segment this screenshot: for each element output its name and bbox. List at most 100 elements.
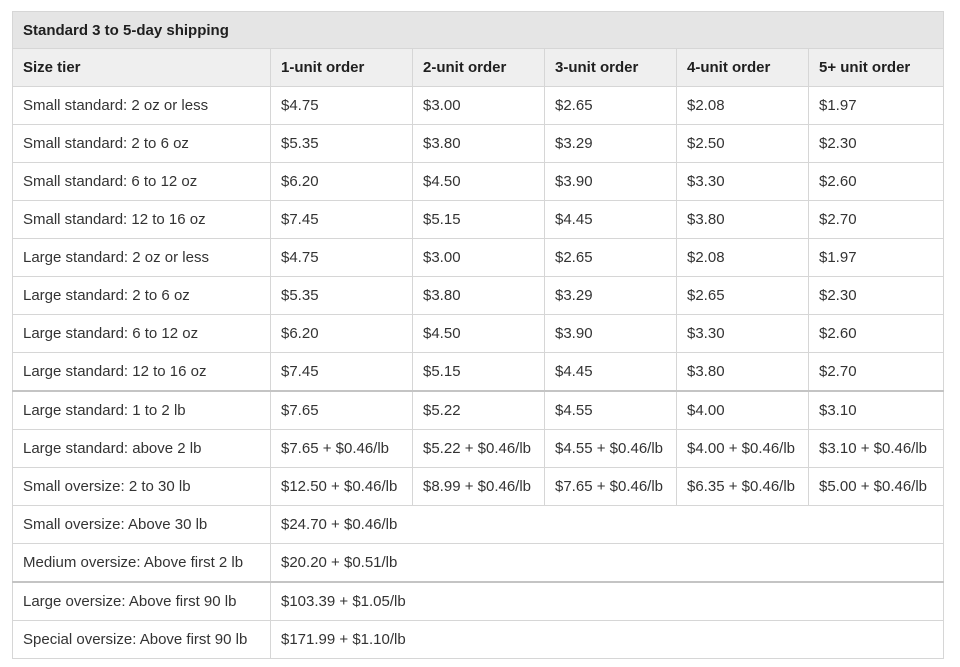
price-cell: $3.00 (412, 86, 545, 125)
column-header-4-unit: 4-unit order (676, 48, 809, 87)
size-tier-cell: Special oversize: Above first 90 lb (12, 620, 271, 659)
price-cell: $2.30 (807, 276, 945, 315)
table-caption: Standard 3 to 5-day shipping (11, 11, 945, 49)
column-header-1-unit: 1-unit order (270, 48, 413, 87)
price-cell: $1.97 (807, 238, 945, 277)
price-cell: $6.20 (270, 162, 413, 201)
price-cell: $2.70 (807, 352, 945, 392)
table-row: Small standard: 6 to 12 oz $6.20 $4.50 $… (12, 162, 945, 201)
size-tier-cell: Large oversize: Above first 90 lb (12, 581, 271, 621)
shipping-table-container: Standard 3 to 5-day shipping Size tier 1… (11, 11, 945, 659)
price-cell: $2.70 (807, 200, 945, 239)
price-cell: $3.29 (544, 276, 677, 315)
price-cell: $3.80 (412, 276, 545, 315)
price-cell: $2.65 (676, 276, 809, 315)
price-cell: $2.65 (544, 238, 677, 277)
size-tier-cell: Medium oversize: Above first 2 lb (12, 543, 271, 583)
price-cell: $3.80 (676, 200, 809, 239)
price-cell: $4.55 (544, 390, 677, 430)
size-tier-cell: Large standard: 6 to 12 oz (12, 314, 271, 353)
table-header-row: Size tier 1-unit order 2-unit order 3-un… (12, 48, 945, 87)
price-cell: $4.00 (676, 390, 809, 430)
size-tier-cell: Large standard: above 2 lb (12, 429, 271, 468)
column-header-size-tier: Size tier (12, 48, 271, 87)
table-row: Large standard: 6 to 12 oz $6.20 $4.50 $… (12, 314, 945, 353)
price-cell: $3.29 (544, 124, 677, 163)
size-tier-cell: Small standard: 2 oz or less (12, 86, 271, 125)
size-tier-cell: Small standard: 2 to 6 oz (12, 124, 271, 163)
price-cell: $5.22 (412, 390, 545, 430)
size-tier-cell: Large standard: 12 to 16 oz (12, 352, 271, 392)
price-cell: $4.50 (412, 314, 545, 353)
table-row: Small oversize: 2 to 30 lb $12.50 + $0.4… (12, 467, 945, 506)
price-cell: $7.65 (270, 390, 413, 430)
price-cell: $5.00 + $0.46/lb (807, 467, 945, 506)
size-tier-cell: Small standard: 6 to 12 oz (12, 162, 271, 201)
column-header-2-unit: 2-unit order (412, 48, 545, 87)
price-cell: $3.80 (676, 352, 809, 392)
price-cell: $103.39 + $1.05/lb (269, 581, 945, 621)
price-cell: $7.65 + $0.46/lb (544, 467, 677, 506)
size-tier-cell: Large standard: 2 oz or less (12, 238, 271, 277)
price-cell: $5.15 (412, 200, 545, 239)
price-cell: $3.10 + $0.46/lb (807, 429, 945, 468)
price-cell: $4.50 (412, 162, 545, 201)
price-cell: $24.70 + $0.46/lb (269, 505, 945, 544)
price-cell: $5.15 (412, 352, 545, 392)
price-cell: $2.60 (807, 162, 945, 201)
price-cell: $2.30 (807, 124, 945, 163)
table-row: Large standard: 2 oz or less $4.75 $3.00… (12, 238, 945, 277)
size-tier-cell: Small oversize: 2 to 30 lb (12, 467, 271, 506)
price-cell: $12.50 + $0.46/lb (270, 467, 413, 506)
price-cell: $2.65 (544, 86, 677, 125)
price-cell: $4.45 (544, 200, 677, 239)
price-cell: $4.00 + $0.46/lb (676, 429, 809, 468)
price-cell: $5.22 + $0.46/lb (412, 429, 545, 468)
price-cell: $2.60 (807, 314, 945, 353)
price-cell: $5.35 (270, 124, 413, 163)
table-row: Large standard: 1 to 2 lb $7.65 $5.22 $4… (12, 390, 945, 430)
size-tier-cell: Small oversize: Above 30 lb (12, 505, 271, 544)
price-cell: $8.99 + $0.46/lb (412, 467, 545, 506)
table-row: Small standard: 2 oz or less $4.75 $3.00… (12, 86, 945, 125)
price-cell: $1.97 (807, 86, 945, 125)
price-cell: $6.35 + $0.46/lb (676, 467, 809, 506)
price-cell: $4.75 (270, 238, 413, 277)
table-row: Large standard: 2 to 6 oz $5.35 $3.80 $3… (12, 276, 945, 315)
table-row: Small oversize: Above 30 lb $24.70 + $0.… (12, 505, 945, 544)
table-row: Large standard: above 2 lb $7.65 + $0.46… (12, 429, 945, 468)
size-tier-cell: Large standard: 1 to 2 lb (12, 390, 271, 430)
size-tier-cell: Small standard: 12 to 16 oz (12, 200, 271, 239)
price-cell: $3.30 (676, 314, 809, 353)
price-cell: $7.45 (270, 352, 413, 392)
price-cell: $3.90 (544, 162, 677, 201)
price-cell: $6.20 (270, 314, 413, 353)
price-cell: $3.90 (544, 314, 677, 353)
shipping-rates-table: Standard 3 to 5-day shipping Size tier 1… (11, 11, 945, 659)
table-caption-row: Standard 3 to 5-day shipping (11, 11, 945, 49)
table-row: Large oversize: Above first 90 lb $103.3… (12, 581, 945, 621)
price-cell: $2.50 (676, 124, 809, 163)
price-cell: $7.65 + $0.46/lb (270, 429, 413, 468)
table-row: Special oversize: Above first 90 lb $171… (12, 620, 945, 659)
price-cell: $7.45 (270, 200, 413, 239)
price-cell: $2.08 (676, 86, 809, 125)
table-row: Small standard: 12 to 16 oz $7.45 $5.15 … (12, 200, 945, 239)
price-cell: $3.10 (807, 390, 945, 430)
price-cell: $20.20 + $0.51/lb (269, 543, 945, 583)
price-cell: $3.00 (412, 238, 545, 277)
table-row: Small standard: 2 to 6 oz $5.35 $3.80 $3… (12, 124, 945, 163)
price-cell: $5.35 (270, 276, 413, 315)
size-tier-cell: Large standard: 2 to 6 oz (12, 276, 271, 315)
column-header-3-unit: 3-unit order (544, 48, 677, 87)
price-cell: $4.55 + $0.46/lb (544, 429, 677, 468)
table-row: Medium oversize: Above first 2 lb $20.20… (12, 543, 945, 583)
column-header-5-plus-unit: 5+ unit order (807, 48, 945, 87)
price-cell: $4.45 (544, 352, 677, 392)
table-row: Large standard: 12 to 16 oz $7.45 $5.15 … (12, 352, 945, 392)
price-cell: $4.75 (270, 86, 413, 125)
price-cell: $3.80 (412, 124, 545, 163)
price-cell: $171.99 + $1.10/lb (269, 620, 945, 659)
price-cell: $2.08 (676, 238, 809, 277)
price-cell: $3.30 (676, 162, 809, 201)
